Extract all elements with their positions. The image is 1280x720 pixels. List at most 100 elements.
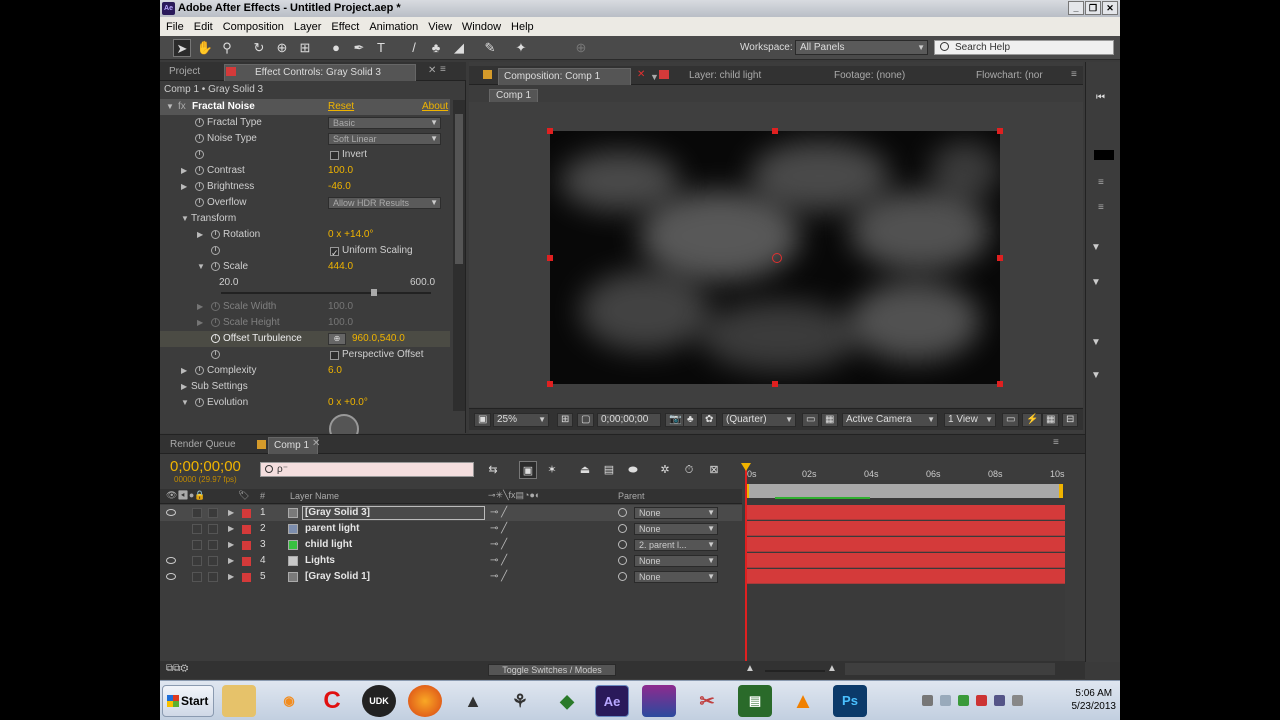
fast-previews-icon[interactable]: ⚡ [1022, 413, 1043, 427]
menu-composition[interactable]: Composition [223, 21, 284, 33]
brainstorm-icon[interactable]: ✲ [656, 461, 674, 479]
type-tool-icon[interactable]: T [372, 39, 390, 57]
fx-icon[interactable]: fx [178, 99, 186, 115]
expand-triangle-icon[interactable]: ▼ [181, 211, 189, 227]
transform-handle[interactable] [997, 128, 1003, 134]
brightness-value[interactable]: -46.0 [328, 179, 351, 195]
hide-shy-icon[interactable]: ⏏ [576, 461, 594, 479]
lock-switch[interactable] [208, 508, 218, 518]
minimize-icon[interactable]: _ [1068, 1, 1084, 15]
layer-switches-icon[interactable]: ⊸ ╱ [490, 569, 507, 585]
show-channel-icon[interactable]: ♣ [683, 413, 698, 427]
restore-icon[interactable]: ❐ [1085, 1, 1101, 15]
expand-triangle-icon[interactable]: ▼ [166, 99, 174, 115]
layer-switches-icon[interactable]: ⊸ ╱ [490, 553, 507, 569]
prop-group-transform[interactable]: ▼ Transform [160, 211, 450, 227]
menu-file[interactable]: File [166, 21, 184, 33]
noise-type-dropdown[interactable]: Soft Linear ▼ [328, 133, 441, 145]
expand-triangle-icon[interactable]: ▶ [228, 569, 234, 585]
label-color-swatch[interactable] [242, 509, 251, 518]
clone-stamp-icon[interactable]: ♣ [427, 39, 445, 57]
timeline-scrollbar[interactable] [845, 663, 1055, 675]
parent-dropdown[interactable]: None ▼ [634, 523, 718, 535]
blender-icon[interactable]: ◉ [272, 685, 306, 717]
stopwatch-icon[interactable] [195, 118, 204, 127]
invert-checkbox[interactable] [330, 151, 339, 160]
contrast-value[interactable]: 100.0 [328, 163, 353, 179]
toggle-pixel-aspect-icon[interactable]: ▭ [1002, 413, 1020, 427]
parent-dropdown[interactable]: None ▼ [634, 507, 718, 519]
stopwatch-icon[interactable] [211, 350, 220, 359]
layer-row[interactable]: ▶ 4 Lights ⊸ ╱ None ▼ [160, 553, 742, 569]
panel-menu-icon[interactable]: ≡ [440, 64, 446, 75]
motion-blur-icon[interactable]: ⬬ [624, 461, 642, 479]
toggle-switches-modes-button[interactable]: Toggle Switches / Modes [488, 664, 616, 676]
inkscape-icon[interactable]: ▲ [456, 685, 490, 717]
chevron-down-icon[interactable]: ▼ [650, 72, 659, 82]
layer-name[interactable]: [Gray Solid 3] [302, 506, 485, 520]
region-of-interest-icon[interactable]: ▭ [802, 413, 820, 427]
timeline-zoom-slider[interactable] [765, 670, 825, 672]
transform-handle[interactable] [997, 381, 1003, 387]
transform-handle[interactable] [772, 381, 778, 387]
transparency-grid-icon[interactable]: ▦ [821, 413, 839, 427]
mask-visibility-icon[interactable]: ▢ [577, 413, 595, 427]
current-time-display[interactable]: 0;00;00;00 [597, 413, 661, 427]
brush-tool-icon[interactable]: / [405, 39, 423, 57]
pick-whip-icon[interactable] [618, 540, 627, 549]
parent-dropdown[interactable]: 2. parent l... ▼ [634, 539, 718, 551]
fractal-type-dropdown[interactable]: Basic ▼ [328, 117, 441, 129]
menu-layer[interactable]: Layer [294, 21, 322, 33]
expand-triangle-icon[interactable]: ▶ [181, 363, 187, 379]
layer-name[interactable]: Lights [305, 553, 335, 569]
expand-triangle-icon[interactable]: ▶ [197, 227, 203, 243]
layer-row[interactable]: ▶ 3 child light ⊸ ╱ 2. parent l... ▼ [160, 537, 742, 553]
eye-icon[interactable] [166, 573, 176, 580]
app-icon[interactable]: ⚘ [503, 685, 537, 717]
expand-triangle-icon[interactable]: ▶ [181, 179, 187, 195]
panel-menu-icon[interactable]: ≡ [1071, 69, 1077, 80]
draft-3d-icon[interactable]: ✶ [543, 461, 561, 479]
layer-row[interactable]: ▶ 2 parent light ⊸ ╱ None ▼ [160, 521, 742, 537]
layer-duration-bar[interactable] [745, 569, 1065, 584]
chevron-down-icon[interactable]: ▼ [1091, 337, 1101, 348]
scale-slider[interactable]: 20.0 600.0 [160, 275, 450, 297]
layer-duration-bar[interactable] [745, 553, 1065, 568]
zoom-dropdown[interactable]: 25% ▼ [493, 413, 549, 427]
stopwatch-icon[interactable] [211, 262, 220, 271]
reset-link[interactable]: Reset [328, 99, 354, 115]
tray-icon[interactable] [922, 695, 933, 706]
always-preview-icon[interactable]: ▣ [474, 413, 492, 427]
work-area-bar[interactable] [745, 484, 1063, 498]
layer-row[interactable]: ▶ 1 [Gray Solid 3] ⊸ ╱ None ▼ [160, 505, 742, 521]
crosshair-icon[interactable]: ⊕ [328, 333, 346, 345]
resolution-dropdown[interactable]: (Quarter) ▼ [722, 413, 796, 427]
stopwatch-icon[interactable] [195, 134, 204, 143]
slider-handle[interactable] [371, 289, 378, 296]
layer-switches-icon[interactable]: ⊸ ╱ [490, 521, 507, 537]
lock-switch[interactable] [208, 540, 218, 550]
label-color-swatch[interactable] [242, 557, 251, 566]
stopwatch-icon[interactable] [211, 302, 220, 311]
roto-brush-icon[interactable]: ✎ [481, 39, 499, 57]
expand-triangle-icon[interactable]: ▶ [228, 553, 234, 569]
pen-tool-icon[interactable]: ✒ [350, 39, 368, 57]
presentation-icon[interactable]: ▤ [738, 685, 772, 717]
volume-icon[interactable] [1012, 695, 1023, 706]
lock-switch[interactable] [208, 572, 218, 582]
layer-name[interactable]: parent light [305, 521, 359, 537]
layer-switches-icon[interactable]: ⊸ ╱ [490, 505, 507, 521]
expand-triangle-icon[interactable]: ▶ [197, 315, 203, 331]
tab-comp-1[interactable]: Comp 1 [268, 437, 318, 454]
after-effects-taskbar-icon[interactable]: Ae [595, 685, 629, 717]
parent-dropdown[interactable]: None ▼ [634, 555, 718, 567]
layer-name[interactable]: [Gray Solid 1] [305, 569, 370, 585]
layer-search-field[interactable]: ρ⁻ [260, 462, 474, 477]
tab-layer[interactable]: Layer: child light [684, 68, 766, 85]
workspace-dropdown[interactable]: All Panels ▼ [795, 40, 928, 55]
chevron-down-icon[interactable]: ▼ [1091, 277, 1101, 288]
zoom-out-icon[interactable]: ▲ [745, 663, 755, 674]
layer-switches-icon[interactable]: ⧉⧉⚙ [166, 663, 188, 674]
hand-tool-icon[interactable]: ✋ [196, 39, 214, 57]
menu-edit[interactable]: Edit [194, 21, 213, 33]
